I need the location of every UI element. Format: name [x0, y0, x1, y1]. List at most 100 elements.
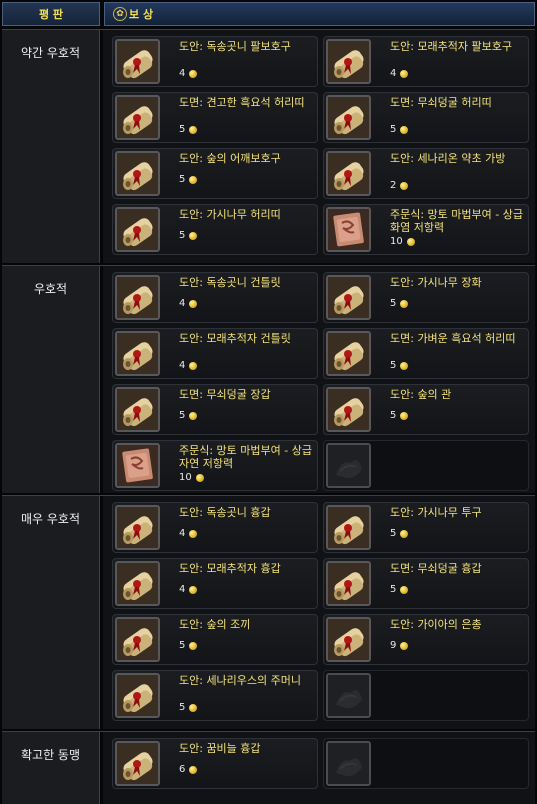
gold-coin-icon: [189, 175, 198, 184]
reward-item-quantity: 4: [179, 528, 198, 539]
reward-item-name[interactable]: 도안: 모래추적자 팔보호구: [390, 40, 524, 53]
gold-coin-icon: [400, 69, 409, 78]
reward-item[interactable]: 도안: 모래추적자 흉갑 4: [112, 558, 318, 609]
reward-item-name[interactable]: 도안: 모래추적자 건틀릿: [179, 332, 313, 345]
reward-item-name[interactable]: 도안: 독송곳니 흉갑: [179, 506, 313, 519]
blueprint-scroll-icon[interactable]: [326, 151, 371, 196]
reward-item[interactable]: 도안: 가이아의 은총 9: [323, 614, 529, 665]
gold-coin-icon: [400, 529, 409, 538]
blueprint-scroll-icon[interactable]: [115, 387, 160, 432]
blueprint-scroll-icon[interactable]: [326, 95, 371, 140]
blueprint-scroll-icon[interactable]: [115, 95, 160, 140]
reward-item[interactable]: 도면: 무쇠덩굴 허리띠 5: [323, 92, 529, 143]
reward-item-quantity: 5: [390, 298, 409, 309]
blueprint-scroll-icon[interactable]: [326, 275, 371, 320]
reward-item-quantity: 10: [179, 472, 204, 483]
reward-item-quantity: 5: [390, 528, 409, 539]
reward-item-name[interactable]: 도안: 세나리우스의 주머니: [179, 674, 313, 687]
reward-item-name[interactable]: 도안: 가이아의 은총: [390, 618, 524, 631]
reward-item-name[interactable]: 도안: 독송곳니 팔보호구: [179, 40, 313, 53]
gold-coin-icon: [195, 473, 204, 482]
blueprint-scroll-icon[interactable]: [115, 275, 160, 320]
reward-item[interactable]: 도안: 독송곳니 흉갑 4: [112, 502, 318, 553]
reputation-level-label: 확고한 동맹: [2, 732, 100, 804]
reward-item[interactable]: 도안: 숲의 어깨보호구 5: [112, 148, 318, 199]
blueprint-scroll-icon[interactable]: [115, 151, 160, 196]
reward-item-quantity: 5: [179, 174, 198, 185]
reward-header-label: 보 상: [129, 8, 154, 21]
reward-item-name[interactable]: 주문식: 망토 마법부여 - 상급 화염 저항력: [390, 208, 524, 234]
reward-item-name[interactable]: 도면: 무쇠덩굴 허리띠: [390, 96, 524, 109]
reward-item[interactable]: 도안: 독송곳니 팔보호구 4: [112, 36, 318, 87]
empty-reward-cell: [323, 738, 529, 789]
gold-coin-icon: [400, 585, 409, 594]
reward-item-name[interactable]: 도안: 모래추적자 흉갑: [179, 562, 313, 575]
reward-item-name[interactable]: 도안: 숲의 조끼: [179, 618, 313, 631]
reward-item[interactable]: 도안: 숲의 관 5: [323, 384, 529, 435]
reward-item[interactable]: 도안: 독송곳니 건틀릿 4: [112, 272, 318, 323]
quantity-value: 4: [179, 298, 186, 309]
reward-item-name[interactable]: 도안: 숲의 관: [390, 388, 524, 401]
quantity-value: 5: [179, 640, 186, 651]
reward-item[interactable]: 도면: 무쇠덩굴 흉갑 5: [323, 558, 529, 609]
blueprint-scroll-icon[interactable]: [326, 331, 371, 376]
quantity-value: 5: [179, 230, 186, 241]
reward-item-quantity: 4: [179, 584, 198, 595]
blueprint-scroll-icon[interactable]: [115, 39, 160, 84]
reward-item[interactable]: 도면: 견고한 흑요석 허리띠 5: [112, 92, 318, 143]
reward-item[interactable]: 도안: 가시나무 투구 5: [323, 502, 529, 553]
empty-reward-cell: [323, 670, 529, 721]
reward-item[interactable]: 도안: 모래추적자 팔보호구 4: [323, 36, 529, 87]
blueprint-scroll-icon[interactable]: [115, 331, 160, 376]
quantity-value: 6: [179, 764, 186, 775]
reward-item[interactable]: 도면: 무쇠덩굴 장갑 5: [112, 384, 318, 435]
reward-item-name[interactable]: 주문식: 망토 마법부여 - 상급 자연 저항력: [179, 444, 313, 470]
blueprint-scroll-icon[interactable]: [326, 387, 371, 432]
blueprint-scroll-icon[interactable]: [326, 505, 371, 550]
reward-item[interactable]: 도안: 세나리온 약초 가방 2: [323, 148, 529, 199]
reward-item-name[interactable]: 도안: 가시나무 장화: [390, 276, 524, 289]
blueprint-scroll-icon[interactable]: [115, 617, 160, 662]
blueprint-scroll-icon[interactable]: [115, 207, 160, 252]
reward-item-name[interactable]: 도안: 독송곳니 건틀릿: [179, 276, 313, 289]
reputation-level-label: 우호적: [2, 266, 100, 493]
gold-coin-icon: [189, 299, 198, 308]
reward-item[interactable]: 도안: 꿈비늘 흉갑 6: [112, 738, 318, 789]
blueprint-scroll-icon[interactable]: [115, 505, 160, 550]
blueprint-scroll-icon[interactable]: [115, 561, 160, 606]
blueprint-scroll-icon[interactable]: [326, 617, 371, 662]
reward-item-name[interactable]: 도안: 가시나무 투구: [390, 506, 524, 519]
blueprint-scroll-icon[interactable]: [115, 673, 160, 718]
reward-item[interactable]: 주문식: 망토 마법부여 - 상급 자연 저항력 10: [112, 440, 318, 491]
reward-item-name[interactable]: 도면: 견고한 흑요석 허리띠: [179, 96, 313, 109]
quantity-value: 5: [390, 298, 397, 309]
gold-coin-icon: [400, 411, 409, 420]
quantity-value: 5: [390, 410, 397, 421]
reward-column-header: ✿ 보 상: [104, 2, 535, 26]
reward-item[interactable]: 도안: 가시나무 장화 5: [323, 272, 529, 323]
enchant-formula-icon[interactable]: [326, 207, 371, 252]
reward-item-name[interactable]: 도안: 세나리온 약초 가방: [390, 152, 524, 165]
blueprint-scroll-icon[interactable]: [115, 741, 160, 786]
reward-item-quantity: 5: [390, 410, 409, 421]
reward-item[interactable]: 주문식: 망토 마법부여 - 상급 화염 저항력 10: [323, 204, 529, 255]
reward-item[interactable]: 도면: 가벼운 흑요석 허리띠 5: [323, 328, 529, 379]
reward-item[interactable]: 도안: 숲의 조끼 5: [112, 614, 318, 665]
reward-item-name[interactable]: 도면: 무쇠덩굴 흉갑: [390, 562, 524, 575]
reward-item-name[interactable]: 도면: 무쇠덩굴 장갑: [179, 388, 313, 401]
enchant-formula-icon[interactable]: [115, 443, 160, 488]
reward-item-name[interactable]: 도안: 가시나무 허리띠: [179, 208, 313, 221]
quantity-value: 5: [179, 410, 186, 421]
reputation-level-label: 매우 우호적: [2, 496, 100, 729]
reward-item-name[interactable]: 도면: 가벼운 흑요석 허리띠: [390, 332, 524, 345]
reward-item-name[interactable]: 도안: 꿈비늘 흉갑: [179, 742, 313, 755]
reward-item[interactable]: 도안: 세나리우스의 주머니 5: [112, 670, 318, 721]
blueprint-scroll-icon[interactable]: [326, 39, 371, 84]
reward-item-name[interactable]: 도안: 숲의 어깨보호구: [179, 152, 313, 165]
blueprint-scroll-icon[interactable]: [326, 561, 371, 606]
reward-item[interactable]: 도안: 가시나무 허리띠 5: [112, 204, 318, 255]
gold-coin-icon: [189, 411, 198, 420]
quantity-value: 5: [179, 702, 186, 713]
reward-item-quantity: 5: [179, 124, 198, 135]
reward-item[interactable]: 도안: 모래추적자 건틀릿 4: [112, 328, 318, 379]
